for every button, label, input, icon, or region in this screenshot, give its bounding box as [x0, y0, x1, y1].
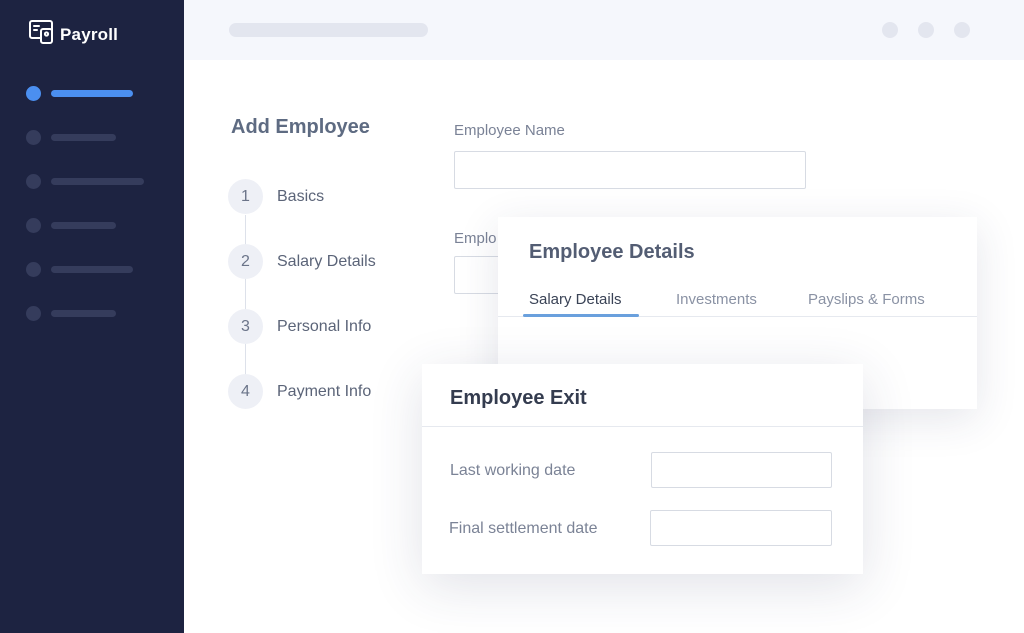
step-personal-info[interactable]: 3 Personal Info: [228, 309, 371, 344]
top-action-dot[interactable]: [954, 22, 970, 38]
step-payment-info[interactable]: 4 Payment Info: [228, 374, 371, 409]
step-basics[interactable]: 1 Basics: [228, 179, 324, 214]
sidebar-item-label-placeholder: [51, 221, 116, 229]
sidebar-item-dot: [26, 173, 41, 189]
final-settlement-date-label: Final settlement date: [449, 520, 598, 537]
second-field-label: Emplo: [454, 230, 497, 247]
sidebar-item-label-placeholder: [51, 309, 116, 317]
step-label: Personal Info: [277, 317, 372, 335]
sidebar-item-label-placeholder: [51, 133, 116, 141]
stepper-connector: [245, 215, 246, 375]
tab-investments[interactable]: Investments: [676, 291, 757, 308]
step-number: 4: [228, 374, 263, 409]
sidebar-item-label-placeholder: [51, 265, 133, 273]
page-title: Add Employee: [231, 116, 370, 138]
last-working-date-label: Last working date: [450, 462, 576, 479]
active-tab-indicator: [523, 314, 639, 317]
tab-payslips-forms[interactable]: Payslips & Forms: [808, 291, 925, 308]
sidebar-item-1[interactable]: [26, 85, 133, 101]
sidebar-item-dot: [26, 261, 41, 277]
top-action-dot[interactable]: [882, 22, 898, 38]
sidebar-item-label-placeholder: [51, 177, 144, 185]
employee-exit-title: Employee Exit: [450, 387, 587, 409]
sidebar-item-dot: [26, 217, 41, 233]
employee-details-title: Employee Details: [529, 241, 695, 263]
sidebar-item-3[interactable]: [26, 173, 144, 189]
sidebar-item-dot: [26, 129, 41, 145]
step-label: Basics: [277, 187, 325, 205]
sidebar-item-label-placeholder: [51, 89, 133, 97]
top-bar: [184, 0, 1024, 60]
top-action-dot[interactable]: [918, 22, 934, 38]
employee-exit-card: Employee Exit Last working date Final se…: [422, 364, 863, 574]
brand-name: Payroll: [60, 24, 119, 44]
final-settlement-date-input[interactable]: [650, 510, 832, 546]
sidebar-item-5[interactable]: [26, 261, 133, 277]
brand[interactable]: Payroll: [28, 18, 118, 51]
sidebar-item-6[interactable]: [26, 305, 116, 321]
employee-name-label: Employee Name: [454, 122, 565, 139]
sidebar-item-dot: [26, 305, 41, 321]
sidebar-item-dot: [26, 85, 41, 101]
payroll-card-icon: [28, 18, 56, 51]
last-working-date-input[interactable]: [651, 452, 832, 488]
search-bar-placeholder[interactable]: [229, 23, 428, 37]
step-label: Payment Info: [277, 382, 372, 400]
step-number: 2: [228, 244, 263, 279]
sidebar-item-2[interactable]: [26, 129, 116, 145]
step-number: 3: [228, 309, 263, 344]
sidebar-item-4[interactable]: [26, 217, 116, 233]
tab-salary-details[interactable]: Salary Details: [529, 291, 622, 308]
step-salary-details[interactable]: 2 Salary Details: [228, 244, 376, 279]
exit-divider: [422, 426, 863, 427]
step-number: 1: [228, 179, 263, 214]
employee-name-input[interactable]: [454, 151, 806, 189]
sidebar: Payroll: [0, 0, 184, 633]
step-label: Salary Details: [277, 252, 376, 270]
